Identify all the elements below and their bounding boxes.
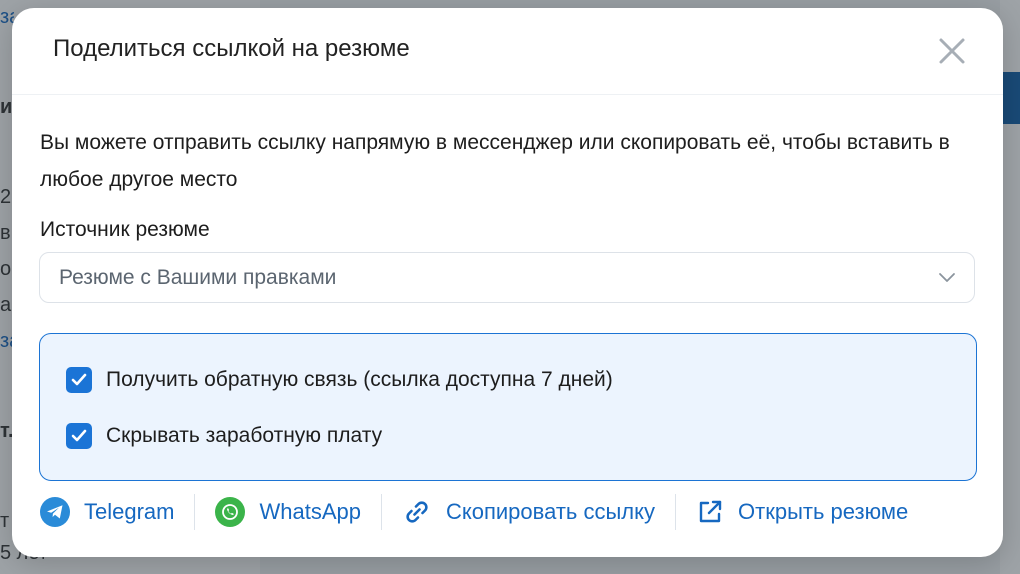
open-resume-button[interactable]: Открыть резюме — [696, 492, 908, 532]
share-actions: Telegram WhatsApp Скопировать ссылку Отк… — [40, 492, 908, 532]
dialog-title: Поделиться ссылкой на резюме — [53, 35, 410, 62]
dialog-header: Поделиться ссылкой на резюме — [12, 8, 1003, 95]
whatsapp-icon — [215, 497, 246, 527]
share-options-panel: Получить обратную связь (ссылка доступна… — [39, 333, 977, 481]
checkmark-icon — [71, 429, 87, 442]
feedback-option-label: Получить обратную связь (ссылка доступна… — [106, 368, 613, 391]
share-resume-dialog: Поделиться ссылкой на резюме Вы можете о… — [12, 8, 1003, 557]
telegram-icon — [40, 497, 70, 527]
open-resume-label: Открыть резюме — [738, 499, 909, 524]
copy-link-label: Скопировать ссылку — [445, 499, 656, 524]
feedback-option[interactable]: Получить обратную связь (ссылка доступна… — [66, 366, 613, 394]
copy-link-button[interactable]: Скопировать ссылку — [402, 492, 655, 532]
share-whatsapp-button[interactable]: WhatsApp — [215, 492, 361, 532]
checkmark-icon — [71, 373, 87, 386]
hide-salary-option-label: Скрывать заработную плату — [106, 424, 383, 447]
whatsapp-label: WhatsApp — [259, 499, 361, 524]
external-link-icon — [699, 500, 722, 523]
hide-salary-option[interactable]: Скрывать заработную плату — [66, 422, 382, 450]
close-icon — [939, 38, 965, 64]
telegram-label: Telegram — [84, 499, 175, 524]
share-divider — [675, 494, 677, 530]
feedback-checkbox[interactable] — [66, 367, 92, 393]
share-divider — [380, 494, 382, 530]
resume-source-select[interactable]: Резюме с Вашими правками — [39, 252, 975, 303]
dialog-description: Вы можете отправить ссылку напрямую в ме… — [40, 131, 950, 191]
link-icon — [406, 501, 428, 523]
close-button[interactable] — [937, 36, 967, 66]
chevron-down-icon — [939, 273, 955, 282]
share-telegram-button[interactable]: Telegram — [40, 492, 174, 532]
resume-source-label: Источник резюме — [40, 218, 210, 241]
share-divider — [194, 494, 196, 530]
resume-source-value: Резюме с Вашими правками — [59, 266, 337, 289]
hide-salary-checkbox[interactable] — [66, 423, 92, 449]
